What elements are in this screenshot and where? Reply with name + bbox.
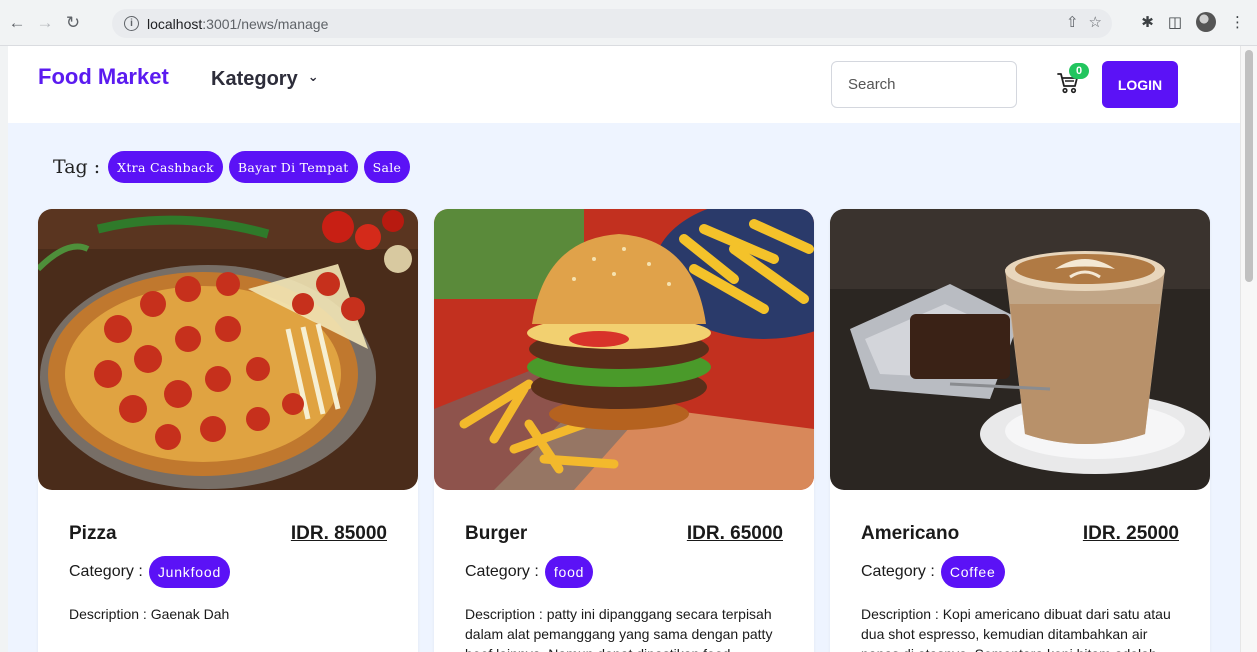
cart-count-badge: 0: [1069, 63, 1089, 79]
page-scrollbar[interactable]: [1240, 46, 1257, 652]
product-category-row: Category : Junkfood: [69, 556, 231, 588]
product-card-burger[interactable]: Burger IDR. 65000 Category : food Descri…: [434, 209, 814, 652]
product-price[interactable]: IDR. 65000: [687, 523, 783, 545]
tag-chip-xtra-cashback[interactable]: Xtra Cashback: [108, 151, 223, 183]
address-bar[interactable]: i localhost:3001/news/manage ⇧ ☆: [112, 9, 1112, 38]
tag-chip-sale[interactable]: Sale: [363, 151, 411, 183]
tag-filter-row: Tag : Xtra Cashback Bayar Di Tempat Sale: [53, 151, 411, 183]
site-info-icon[interactable]: i: [124, 16, 139, 31]
url-host: localhost: [147, 15, 203, 32]
category-label: Category :: [69, 563, 143, 580]
back-icon[interactable]: ←: [6, 12, 28, 34]
tag-label: Tag :: [53, 156, 101, 178]
category-chip[interactable]: Coffee: [940, 556, 1005, 588]
category-label: Category :: [861, 563, 935, 580]
product-card-pizza[interactable]: Pizza IDR. 85000 Category : Junkfood Des…: [38, 209, 418, 652]
scrollbar-thumb[interactable]: [1245, 50, 1253, 282]
product-name[interactable]: Americano: [861, 523, 959, 545]
login-button[interactable]: LOGIN: [1102, 61, 1178, 108]
chevron-down-icon: ⌄: [307, 68, 319, 84]
pizza-image[interactable]: [38, 209, 418, 490]
product-category-row: Category : food: [465, 556, 594, 588]
product-description: Description : patty ini dipanggang secar…: [465, 606, 773, 652]
side-panel-icon[interactable]: ◫: [1168, 13, 1182, 31]
site-navbar: Food Market Kategory ⌄ 0 LOGIN: [8, 46, 1240, 123]
product-card-americano[interactable]: Americano IDR. 25000 Category : Coffee D…: [830, 209, 1210, 652]
profile-avatar[interactable]: [1196, 12, 1216, 32]
kategory-label: Kategory: [211, 68, 298, 90]
category-chip[interactable]: food: [544, 556, 594, 588]
menu-dots-icon[interactable]: ⋮: [1230, 13, 1245, 31]
brand-logo[interactable]: Food Market: [38, 64, 169, 90]
product-description: Description : Gaenak Dah: [69, 606, 230, 622]
search-input[interactable]: [831, 61, 1017, 108]
browser-toolbar: ← → ↻ i localhost:3001/news/manage ⇧ ☆ ✱…: [0, 0, 1257, 46]
americano-image[interactable]: [830, 209, 1210, 490]
category-chip[interactable]: Junkfood: [148, 556, 231, 588]
product-description: Description : Kopi americano dibuat dari…: [861, 606, 1171, 652]
product-price[interactable]: IDR. 85000: [291, 523, 387, 545]
burger-image[interactable]: [434, 209, 814, 490]
forward-icon[interactable]: →: [34, 12, 56, 34]
share-icon[interactable]: ⇧: [1066, 13, 1079, 31]
category-label: Category :: [465, 563, 539, 580]
product-name[interactable]: Burger: [465, 523, 527, 545]
product-price[interactable]: IDR. 25000: [1083, 523, 1179, 545]
kategory-dropdown[interactable]: Kategory ⌄: [211, 68, 319, 91]
product-name[interactable]: Pizza: [69, 523, 117, 545]
extensions-icon[interactable]: ✱: [1141, 13, 1154, 31]
url-path: :3001/news/manage: [202, 15, 329, 32]
reload-icon[interactable]: ↻: [62, 12, 84, 34]
bookmark-star-icon[interactable]: ☆: [1089, 13, 1102, 31]
tag-chip-bayar-di-tempat[interactable]: Bayar Di Tempat: [228, 151, 358, 183]
product-category-row: Category : Coffee: [861, 556, 1005, 588]
page-content: Food Market Kategory ⌄ 0 LOGIN Tag : Xtr…: [8, 46, 1240, 652]
